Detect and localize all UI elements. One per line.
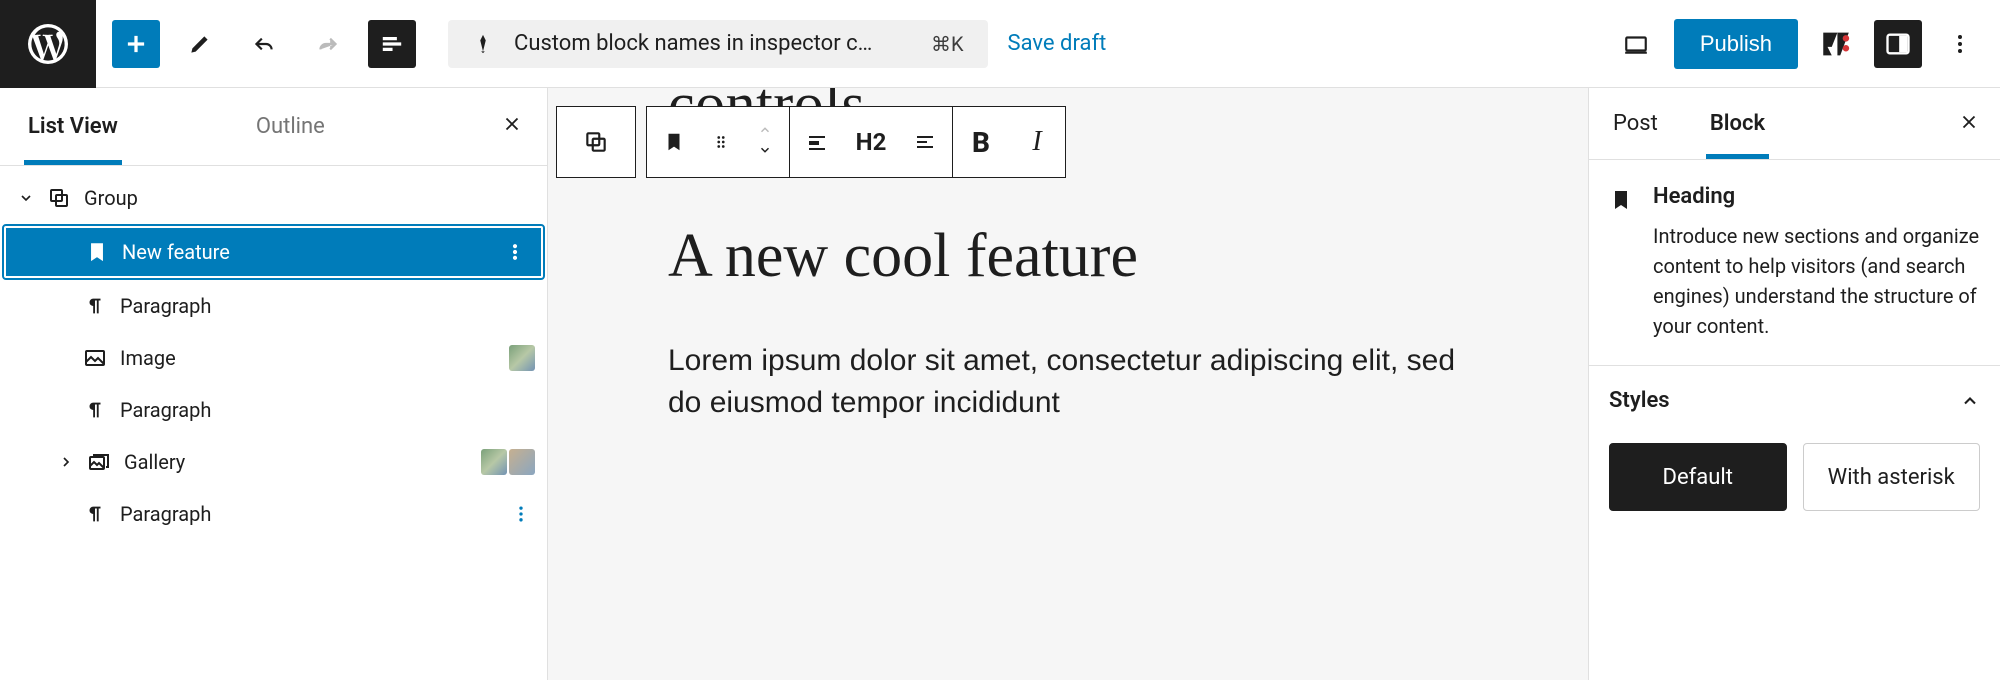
more-options-button[interactable] xyxy=(1936,20,1984,68)
paragraph-block[interactable]: Lorem ipsum dolor sit amet, consectetur … xyxy=(668,340,1468,424)
tree-item-options-button[interactable] xyxy=(507,504,535,524)
select-parent-button[interactable] xyxy=(557,107,635,177)
group-icon xyxy=(44,183,74,213)
align-button[interactable] xyxy=(790,107,844,177)
editor-canvas[interactable]: controls A new cool feature Lorem ipsum … xyxy=(548,88,1588,680)
tree-item-label: Paragraph xyxy=(120,294,535,318)
tab-outline[interactable]: Outline xyxy=(252,88,329,165)
tree-item-group[interactable]: Group xyxy=(0,172,547,224)
bookmark-icon xyxy=(1609,184,1633,341)
block-desc-text: Introduce new sections and organize cont… xyxy=(1653,221,1980,341)
block-inserter-button[interactable] xyxy=(112,20,160,68)
move-up-button[interactable] xyxy=(756,123,774,141)
italic-button[interactable]: I xyxy=(1009,107,1065,177)
list-view-panel: List View Outline Group xyxy=(0,88,548,680)
paragraph-icon xyxy=(80,499,110,529)
bookmark-icon xyxy=(82,237,112,267)
tree-item-gallery[interactable]: Gallery xyxy=(0,436,547,488)
tree-item-label: New feature xyxy=(122,240,501,264)
document-title: Custom block names in inspector c… xyxy=(514,31,931,56)
tree-item-options-button[interactable] xyxy=(501,242,529,262)
chevron-right-icon[interactable] xyxy=(48,454,84,470)
redo-button[interactable] xyxy=(304,20,352,68)
heading-block[interactable]: A new cool feature xyxy=(668,222,1468,290)
yoast-seo-button[interactable] xyxy=(1812,20,1860,68)
paragraph-icon xyxy=(80,395,110,425)
block-title: Heading xyxy=(1653,184,1980,209)
paragraph-icon xyxy=(80,291,110,321)
block-description: Heading Introduce new sections and organ… xyxy=(1589,160,2000,366)
image-thumbnail xyxy=(509,345,535,371)
save-draft-link[interactable]: Save draft xyxy=(1008,31,1107,56)
tree-item-label: Paragraph xyxy=(120,502,507,526)
publish-button[interactable]: Publish xyxy=(1674,19,1798,69)
editor-topbar: Custom block names in inspector c… ⌘K Sa… xyxy=(0,0,2000,88)
tab-post[interactable]: Post xyxy=(1609,88,1662,159)
tree-item-heading-new-feature[interactable]: New feature xyxy=(4,226,543,278)
inspector-panel: Post Block Heading Introduce new section… xyxy=(1588,88,2000,680)
tree-item-paragraph[interactable]: Paragraph xyxy=(0,488,547,540)
wordpress-logo[interactable] xyxy=(0,0,96,88)
settings-panel-toggle[interactable] xyxy=(1874,20,1922,68)
block-toolbar: H2 B I xyxy=(556,106,1066,178)
close-inspector-button[interactable] xyxy=(1958,111,1980,137)
chevron-down-icon[interactable] xyxy=(8,190,44,206)
gallery-icon xyxy=(84,447,114,477)
tree-item-paragraph[interactable]: Paragraph xyxy=(0,384,547,436)
tree-item-label: Gallery xyxy=(124,450,481,474)
command-shortcut: ⌘K xyxy=(931,32,964,56)
tree-item-label: Paragraph xyxy=(120,398,535,422)
text-align-button[interactable] xyxy=(898,107,952,177)
drag-handle[interactable] xyxy=(701,107,741,177)
block-tree: Group New feature Paragraph xyxy=(0,166,547,540)
edit-tool-button[interactable] xyxy=(176,20,224,68)
move-down-button[interactable] xyxy=(756,143,774,161)
block-type-button[interactable] xyxy=(647,107,701,177)
tab-block[interactable]: Block xyxy=(1706,88,1769,159)
heading-level-button[interactable]: H2 xyxy=(844,107,898,177)
document-title-bar[interactable]: Custom block names in inspector c… ⌘K xyxy=(448,20,988,68)
styles-panel-toggle[interactable]: Styles xyxy=(1609,388,1980,413)
tree-item-image[interactable]: Image xyxy=(0,332,547,384)
undo-button[interactable] xyxy=(240,20,288,68)
style-option-with-asterisk[interactable]: With asterisk xyxy=(1803,443,1981,511)
tree-item-paragraph[interactable]: Paragraph xyxy=(0,280,547,332)
close-list-view-button[interactable] xyxy=(501,113,523,141)
tree-item-label: Image xyxy=(120,346,509,370)
document-overview-button[interactable] xyxy=(368,20,416,68)
bold-button[interactable]: B xyxy=(953,107,1009,177)
gallery-thumbnails xyxy=(481,449,535,475)
tab-list-view[interactable]: List View xyxy=(24,88,122,165)
preview-button[interactable] xyxy=(1612,20,1660,68)
style-option-default[interactable]: Default xyxy=(1609,443,1787,511)
tree-item-label: Group xyxy=(84,186,535,210)
image-icon xyxy=(80,343,110,373)
